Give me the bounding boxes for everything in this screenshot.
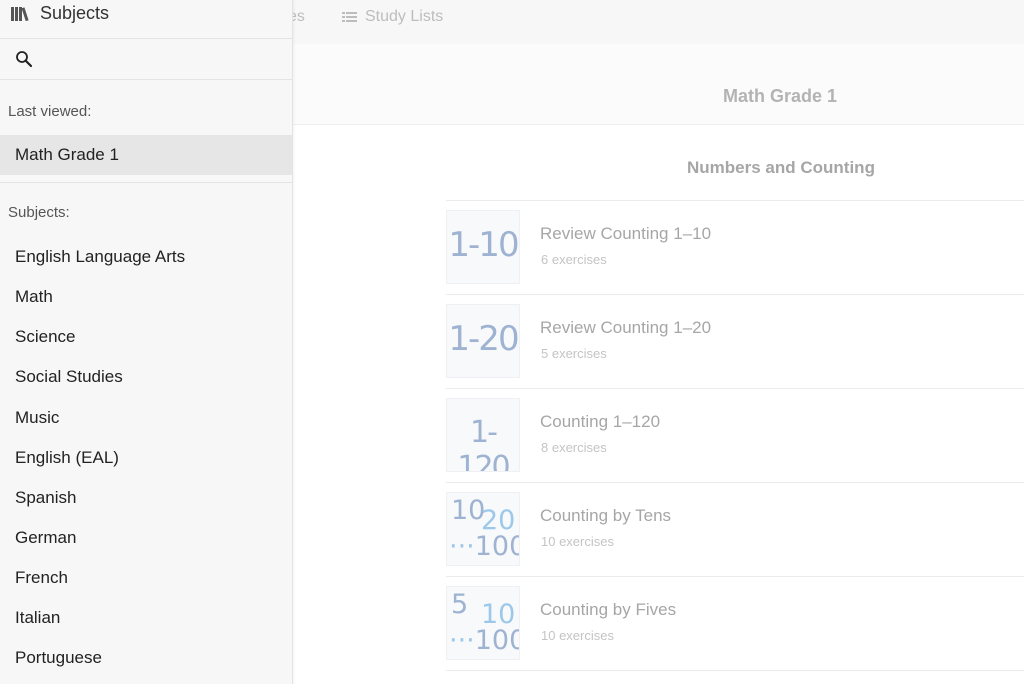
search-input[interactable] xyxy=(42,45,286,75)
divider xyxy=(446,482,1024,483)
drawer-divider xyxy=(0,182,292,183)
search-bar xyxy=(0,39,292,80)
subject-item-english-eal[interactable]: English (EAL) xyxy=(15,448,119,468)
lesson-thumbnail: 5 10 ···100 xyxy=(446,586,520,660)
lesson-exercise-count: 8 exercises xyxy=(541,440,607,455)
divider xyxy=(446,200,1024,201)
course-title: Math Grade 1 xyxy=(722,86,838,106)
divider xyxy=(446,388,1024,389)
subjects-label: Subjects: xyxy=(8,204,70,221)
lesson-exercise-count: 10 exercises xyxy=(541,628,614,643)
lesson-exercise-count: 5 exercises xyxy=(541,346,607,361)
subjects-drawer: Subjects Last viewed: Math Grade 1 Subje… xyxy=(0,0,293,684)
list-icon xyxy=(342,12,357,22)
lesson-title: Review Counting 1–10 xyxy=(540,224,712,243)
lesson-title: Counting by Tens xyxy=(540,506,672,525)
lesson-title: Counting by Fives xyxy=(540,600,677,619)
lesson-item[interactable]: 1-20 Review Counting 1–20 5 exercises xyxy=(446,296,1024,390)
lesson-exercise-count: 10 exercises xyxy=(541,534,614,549)
thumbnail-text: 1-120 xyxy=(457,415,510,472)
lesson-item[interactable]: 1-120 Counting 1–120 8 exercises xyxy=(446,390,1024,484)
lesson-item[interactable]: 5 10 ···100 Counting by Fives 10 exercis… xyxy=(446,578,1024,672)
subject-item-math[interactable]: Math xyxy=(15,287,53,307)
subject-item-portuguese[interactable]: Portuguese xyxy=(15,648,102,668)
nav-item-study-lists-label: Study Lists xyxy=(365,8,444,25)
subject-item-french[interactable]: French xyxy=(15,568,68,588)
drawer-title: Subjects xyxy=(40,3,110,23)
subject-item-english-language-arts[interactable]: English Language Arts xyxy=(15,247,185,267)
course-header: Math Grade 1 xyxy=(293,44,1024,125)
lesson-title: Counting 1–120 xyxy=(540,412,661,431)
divider xyxy=(446,294,1024,295)
nav-item-study-lists[interactable]: Study Lists xyxy=(342,0,443,34)
subject-item-science[interactable]: Science xyxy=(15,327,75,347)
thumbnail-text: 1-10 xyxy=(448,225,519,265)
subject-item-italian[interactable]: Italian xyxy=(15,608,60,628)
last-viewed-item-label: Math Grade 1 xyxy=(15,145,119,164)
thumbnail-text: 5 xyxy=(451,589,469,620)
search-icon xyxy=(16,51,33,68)
subject-item-spanish[interactable]: Spanish xyxy=(15,488,76,508)
lesson-thumbnail: 1-120 xyxy=(446,398,520,472)
subject-item-social-studies[interactable]: Social Studies xyxy=(15,367,123,387)
thumbnail-dots: ··· xyxy=(449,531,475,562)
last-viewed-label: Last viewed: xyxy=(8,103,92,120)
divider xyxy=(446,670,1024,671)
subject-item-music[interactable]: Music xyxy=(15,408,59,428)
lesson-thumbnail: 1-20 xyxy=(446,304,520,378)
lesson-item[interactable]: 1-10 Review Counting 1–10 6 exercises xyxy=(446,202,1024,296)
subject-item-german[interactable]: German xyxy=(15,528,76,548)
thumbnail-text: ···100 xyxy=(449,625,519,656)
divider xyxy=(446,576,1024,577)
thumbnail-text: 1-20 xyxy=(448,319,519,359)
lesson-thumbnail: 1-10 xyxy=(446,210,520,284)
lesson-item[interactable]: 10 20 ···100 Counting by Tens 10 exercis… xyxy=(446,484,1024,578)
books-icon xyxy=(11,7,29,21)
drawer-header: Subjects xyxy=(0,0,292,39)
lesson-thumbnail: 10 20 ···100 xyxy=(446,492,520,566)
lesson-title: Review Counting 1–20 xyxy=(540,318,712,337)
thumbnail-text: 100 xyxy=(474,625,519,656)
thumbnail-dots: ··· xyxy=(449,625,475,656)
section-title: Numbers and Counting xyxy=(687,158,875,177)
lesson-exercise-count: 6 exercises xyxy=(541,252,607,267)
thumbnail-text: 100 xyxy=(474,531,519,562)
last-viewed-item-math-grade-1[interactable]: Math Grade 1 xyxy=(0,135,292,175)
thumbnail-text: ···100 xyxy=(449,531,519,562)
